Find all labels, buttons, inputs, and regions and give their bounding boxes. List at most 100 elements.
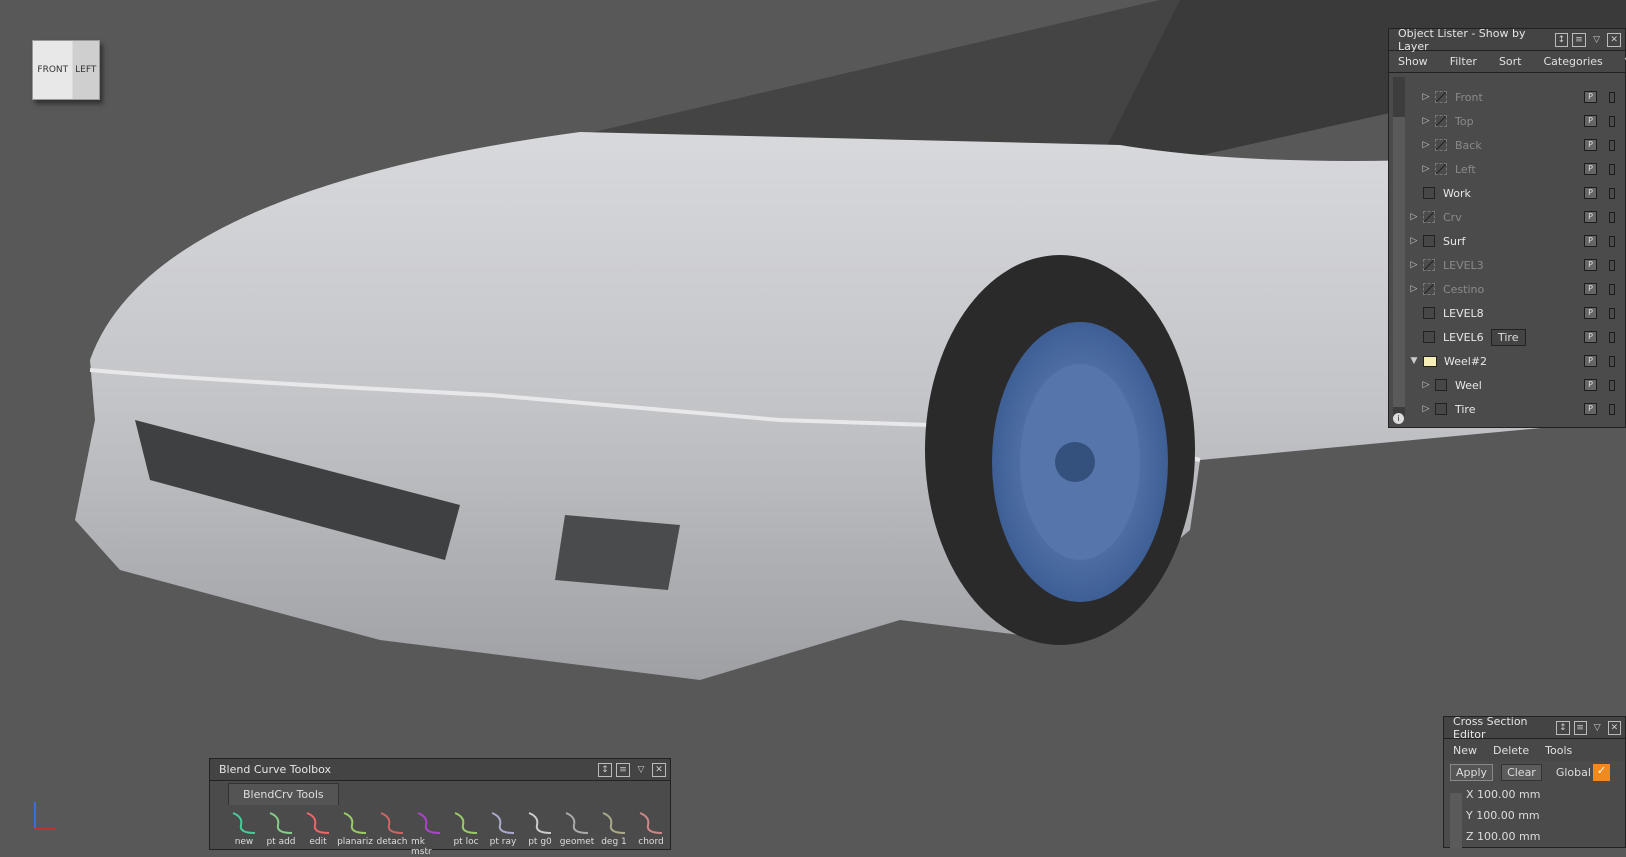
- expand-triangle-icon[interactable]: ▷: [1409, 236, 1419, 246]
- tool-edit[interactable]: edit: [300, 807, 336, 857]
- visibility-checkbox[interactable]: [1423, 259, 1435, 271]
- layer-row[interactable]: ▷ Front P: [1409, 85, 1625, 109]
- visibility-checkbox[interactable]: [1435, 163, 1447, 175]
- pick-toggle[interactable]: P: [1584, 163, 1597, 175]
- layer-state-toggle[interactable]: [1609, 163, 1615, 175]
- x-value[interactable]: X 100.00 mm: [1444, 784, 1625, 805]
- layer-state-toggle[interactable]: [1609, 235, 1615, 247]
- visibility-checkbox[interactable]: [1423, 235, 1435, 247]
- tab-blendcrv-tools[interactable]: BlendCrv Tools: [228, 783, 339, 805]
- visibility-checkbox[interactable]: [1423, 307, 1435, 319]
- expand-triangle-icon[interactable]: ▷: [1421, 380, 1431, 390]
- pick-toggle[interactable]: P: [1584, 331, 1597, 343]
- tool-pt-g0[interactable]: pt g0: [522, 807, 558, 857]
- menu-filter[interactable]: Filter: [1450, 55, 1477, 68]
- menu-categories[interactable]: Categories: [1544, 55, 1603, 68]
- 3d-viewport[interactable]: [0, 0, 1626, 848]
- clear-button[interactable]: Clear: [1501, 764, 1542, 781]
- layer-state-toggle[interactable]: [1609, 115, 1615, 127]
- layer-state-toggle[interactable]: [1609, 259, 1615, 271]
- visibility-checkbox[interactable]: [1435, 379, 1447, 391]
- layer-row[interactable]: ▷ Tire P: [1409, 397, 1625, 421]
- menu-new[interactable]: New: [1453, 744, 1477, 757]
- pick-toggle[interactable]: P: [1584, 259, 1597, 271]
- collapse-icon[interactable]: ▽: [1590, 33, 1604, 47]
- layer-state-toggle[interactable]: [1609, 355, 1615, 367]
- resize-icon[interactable]: ↕: [598, 762, 612, 777]
- layer-state-toggle[interactable]: [1609, 187, 1615, 199]
- visibility-checkbox[interactable]: [1423, 187, 1435, 199]
- y-value[interactable]: Y 100.00 mm: [1444, 805, 1625, 826]
- pick-toggle[interactable]: P: [1584, 379, 1597, 391]
- visibility-checkbox[interactable]: [1423, 211, 1435, 223]
- layer-state-toggle[interactable]: [1609, 283, 1615, 295]
- pick-toggle[interactable]: P: [1584, 187, 1597, 199]
- menu-icon[interactable]: ≡: [1573, 720, 1587, 735]
- expand-triangle-icon[interactable]: ▷: [1421, 140, 1431, 150]
- layer-state-toggle[interactable]: [1609, 403, 1615, 415]
- layer-row[interactable]: ▼ Weel#2 P: [1409, 349, 1625, 373]
- layer-row[interactable]: ▷ Left P: [1409, 157, 1625, 181]
- tool-detach[interactable]: detach: [374, 807, 410, 857]
- pick-toggle[interactable]: P: [1584, 115, 1597, 127]
- tool-geomet[interactable]: geomet: [559, 807, 595, 857]
- layer-state-toggle[interactable]: [1609, 211, 1615, 223]
- visibility-checkbox[interactable]: [1435, 115, 1447, 127]
- tool-planariz[interactable]: planariz: [337, 807, 373, 857]
- close-icon[interactable]: ✕: [652, 762, 666, 777]
- visibility-checkbox[interactable]: [1423, 283, 1435, 295]
- menu-sort[interactable]: Sort: [1499, 55, 1522, 68]
- menu-show[interactable]: Show: [1398, 55, 1428, 68]
- tool-pt-add[interactable]: pt add: [263, 807, 299, 857]
- layer-state-toggle[interactable]: [1609, 331, 1615, 343]
- layer-row[interactable]: ▷ Surf P: [1409, 229, 1625, 253]
- pick-toggle[interactable]: P: [1584, 307, 1597, 319]
- menu-tools[interactable]: Tools: [1545, 744, 1572, 757]
- tool-new[interactable]: new: [226, 807, 262, 857]
- expand-triangle-icon[interactable]: ▷: [1421, 92, 1431, 102]
- pick-toggle[interactable]: P: [1584, 211, 1597, 223]
- expand-triangle-icon[interactable]: ▷: [1409, 212, 1419, 222]
- menu-delete[interactable]: Delete: [1493, 744, 1529, 757]
- resize-icon[interactable]: ↕: [1554, 32, 1569, 47]
- tool-pt-ray[interactable]: pt ray: [485, 807, 521, 857]
- menu-icon[interactable]: ≡: [1572, 32, 1586, 47]
- layer-row[interactable]: ▷ Crv P: [1409, 205, 1625, 229]
- tool-deg-1[interactable]: deg 1: [596, 807, 632, 857]
- global-checkbox[interactable]: ✓: [1592, 764, 1610, 781]
- folder-icon[interactable]: [1423, 355, 1437, 367]
- layer-row[interactable]: ▷ Weel P: [1409, 373, 1625, 397]
- expand-triangle-icon[interactable]: ▷: [1409, 260, 1419, 270]
- close-icon[interactable]: ✕: [1607, 32, 1621, 47]
- layer-row[interactable]: ▷ Top P: [1409, 109, 1625, 133]
- expand-triangle-icon[interactable]: ▷: [1421, 404, 1431, 414]
- lister-scrollbar[interactable]: [1393, 77, 1405, 417]
- layer-row[interactable]: ▷ LEVEL3 P: [1409, 253, 1625, 277]
- pick-toggle[interactable]: P: [1584, 283, 1597, 295]
- layer-state-toggle[interactable]: [1609, 307, 1615, 319]
- pick-toggle[interactable]: P: [1584, 403, 1597, 415]
- viewcube-left[interactable]: LEFT: [73, 65, 99, 75]
- collapse-icon[interactable]: ▽: [634, 763, 648, 777]
- z-value[interactable]: Z 100.00 mm: [1444, 826, 1625, 847]
- visibility-checkbox[interactable]: [1423, 331, 1435, 343]
- close-icon[interactable]: ✕: [1607, 720, 1621, 735]
- layer-row[interactable]: ▷ Cestino P: [1409, 277, 1625, 301]
- layer-state-toggle[interactable]: [1609, 139, 1615, 151]
- tool-pt-loc[interactable]: pt loc: [448, 807, 484, 857]
- coords-scrollbar[interactable]: [1450, 793, 1462, 849]
- expand-triangle-icon[interactable]: ▷: [1409, 284, 1419, 294]
- layer-row[interactable]: Work P: [1409, 181, 1625, 205]
- expanded-triangle-icon[interactable]: ▼: [1409, 356, 1419, 366]
- pick-toggle[interactable]: P: [1584, 91, 1597, 103]
- expand-triangle-icon[interactable]: ▷: [1421, 164, 1431, 174]
- visibility-checkbox[interactable]: [1435, 139, 1447, 151]
- collapse-icon[interactable]: ▽: [1591, 721, 1604, 735]
- layer-row[interactable]: LEVEL8 P: [1409, 301, 1625, 325]
- pick-toggle[interactable]: P: [1584, 355, 1597, 367]
- viewcube[interactable]: FRONT LEFT: [32, 40, 100, 100]
- info-icon[interactable]: i: [1393, 413, 1404, 424]
- menu-icon[interactable]: ≡: [616, 762, 630, 777]
- layer-row[interactable]: ▷ Back P: [1409, 133, 1625, 157]
- viewcube-front[interactable]: FRONT: [33, 65, 73, 75]
